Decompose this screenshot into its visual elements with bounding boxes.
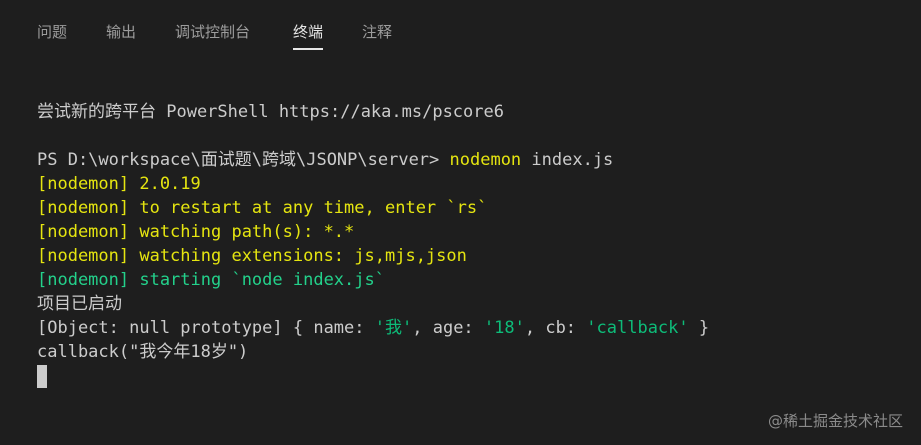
prompt-path: PS D:\workspace\面试题\跨域\JSONP\server> (37, 150, 450, 170)
object-suffix: } (688, 318, 710, 338)
object-cb-value: 'callback' (586, 318, 689, 338)
object-prefix: [Object: null prototype] { name: (37, 318, 375, 338)
nodemon-watch-ext-line: [nodemon] watching extensions: js,mjs,js… (37, 246, 467, 266)
terminal-output[interactable]: 尝试新的跨平台 PowerShell https://aka.ms/pscore… (37, 100, 907, 400)
terminal-panel: 问题 输出 调试控制台 终端 注释 尝试新的跨平台 PowerShell htt… (0, 0, 921, 445)
tab-comments[interactable]: 注释 (362, 20, 392, 44)
panel-tab-bar: 问题 输出 调试控制台 终端 注释 (0, 0, 921, 62)
object-output-line: [Object: null prototype] { name: '我', ag… (37, 316, 907, 340)
object-mid-2: , cb: (524, 318, 587, 338)
tab-output[interactable]: 输出 (106, 20, 136, 44)
object-name-value: '我' (374, 318, 413, 338)
terminal-cursor[interactable] (37, 365, 47, 388)
tab-terminal[interactable]: 终端 (293, 20, 324, 50)
command-name: nodemon (449, 150, 522, 170)
nodemon-starting-line: [nodemon] starting `node index.js` (37, 270, 385, 290)
nodemon-restart-line: [nodemon] to restart at any time, enter … (37, 198, 488, 218)
server-started-line: 项目已启动 (37, 294, 122, 314)
nodemon-watch-path-line: [nodemon] watching path(s): *.* (37, 222, 355, 242)
command-args: index.js (521, 150, 614, 170)
cursor-line (37, 364, 907, 388)
terminal-prompt-line: PS D:\workspace\面试题\跨域\JSONP\server> nod… (37, 148, 907, 172)
tab-debug-console[interactable]: 调试控制台 (175, 20, 250, 44)
nodemon-version-line: [nodemon] 2.0.19 (37, 174, 201, 194)
watermark: @稀土掘金技术社区 (767, 412, 903, 430)
callback-output-line: callback("我今年18岁") (37, 342, 249, 362)
object-age-value: '18' (483, 318, 525, 338)
terminal-banner: 尝试新的跨平台 PowerShell https://aka.ms/pscore… (37, 102, 504, 122)
tab-problems[interactable]: 问题 (37, 20, 67, 44)
object-mid-1: , age: (412, 318, 484, 338)
